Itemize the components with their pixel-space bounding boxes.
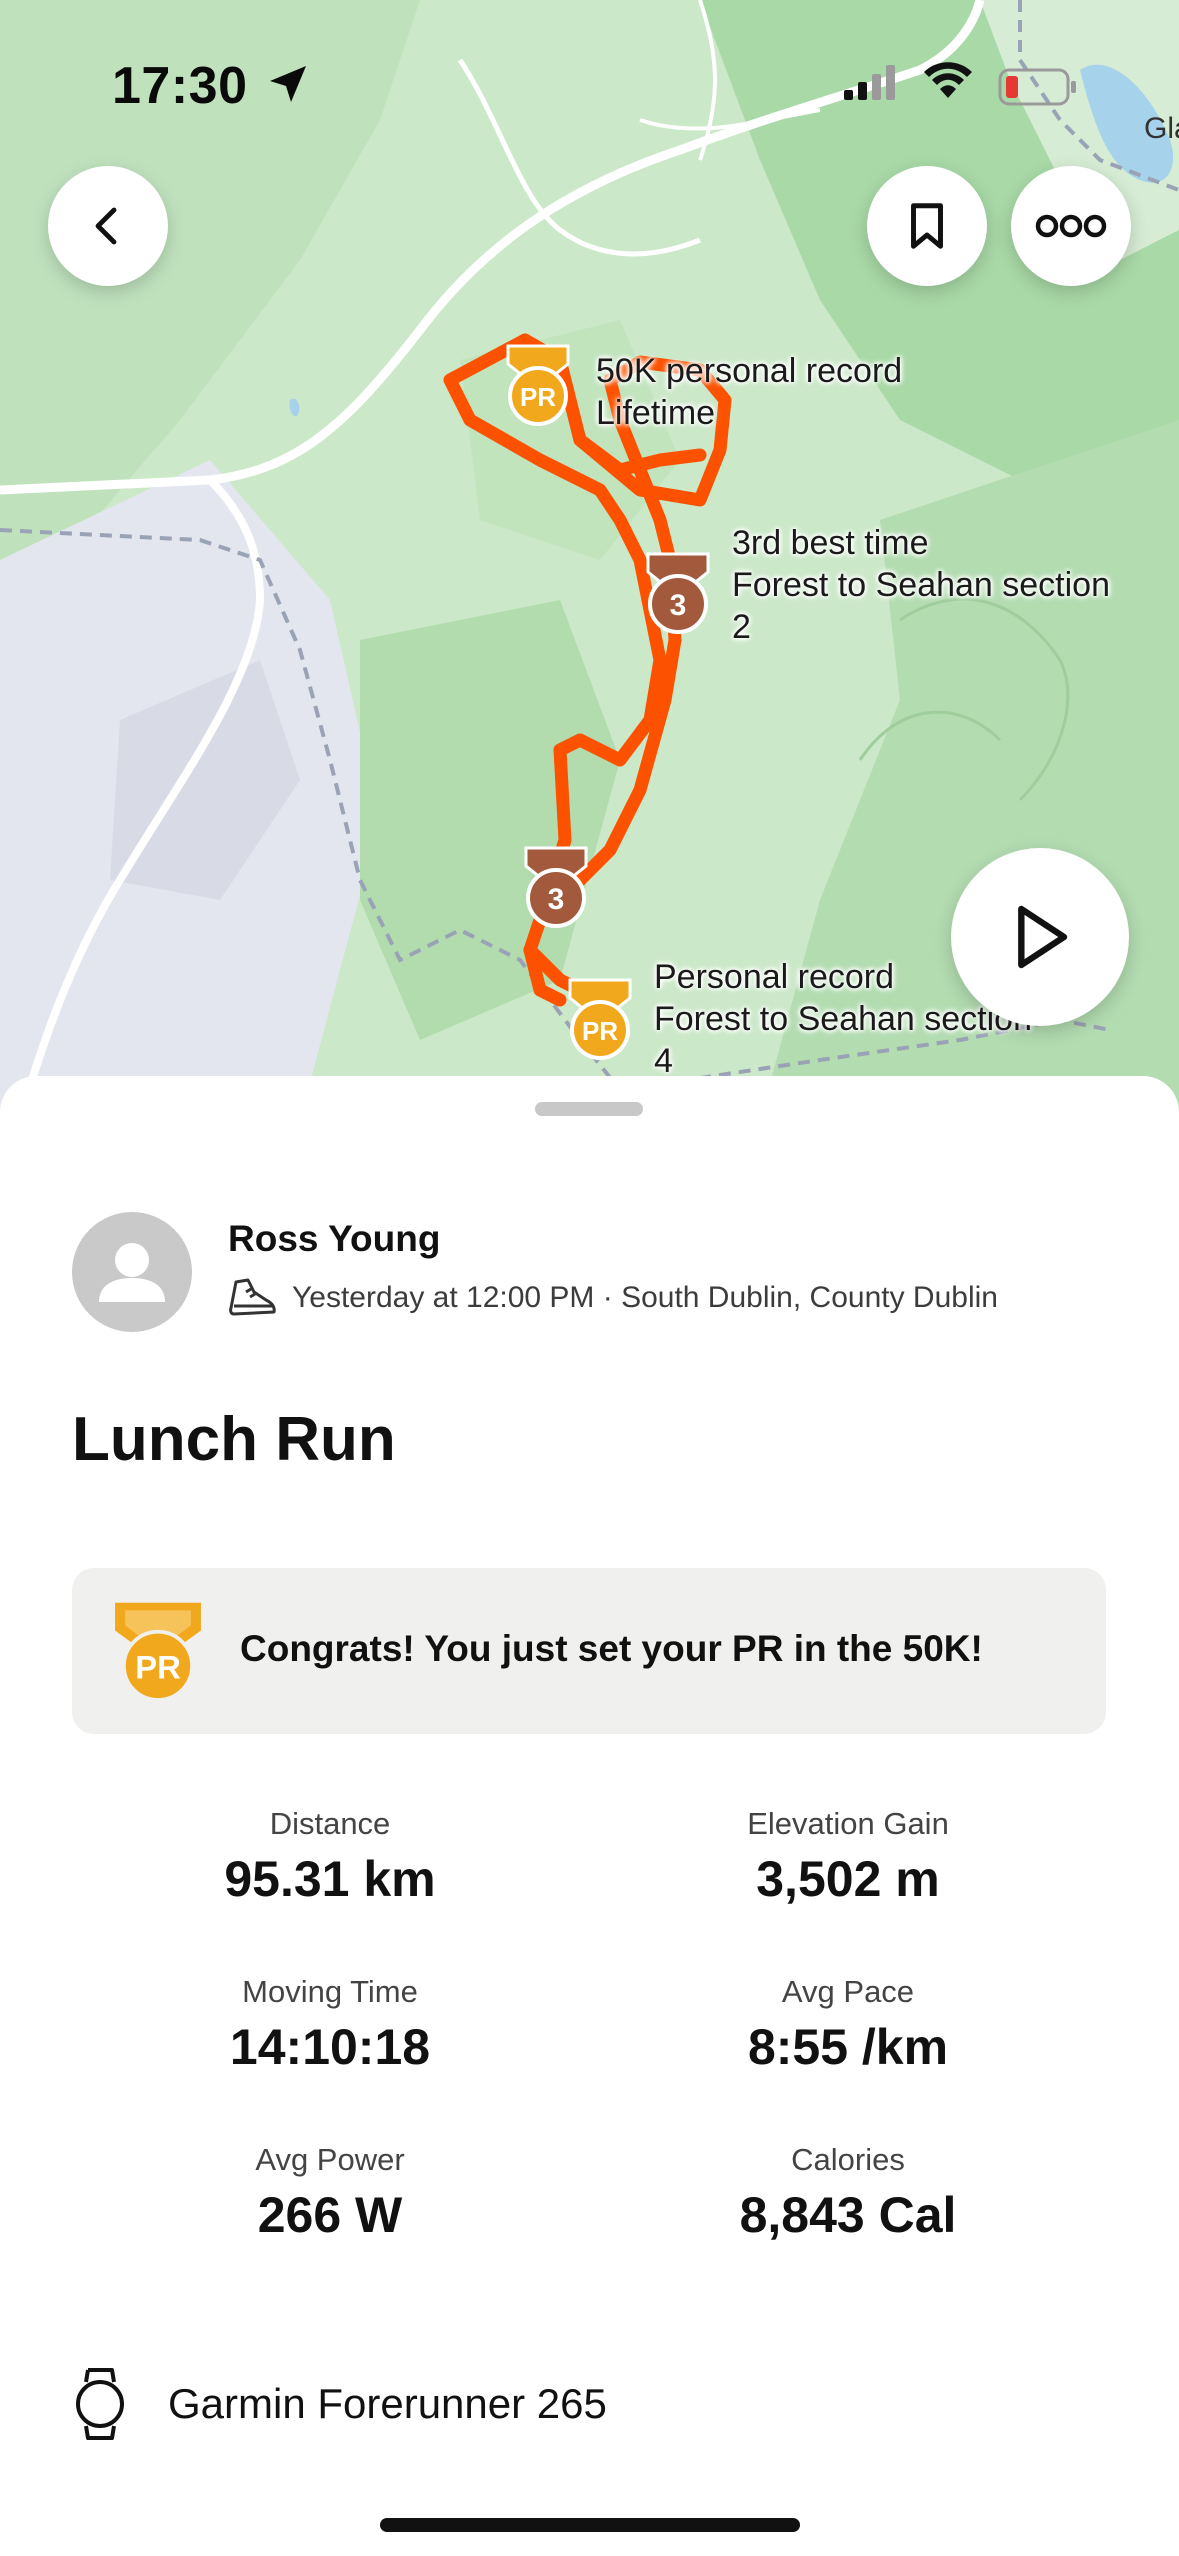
- achievement-label: 50K personal record Lifetime: [596, 350, 902, 434]
- status-bar: 17:30: [0, 0, 1179, 140]
- sheet-grabber[interactable]: [535, 1102, 643, 1116]
- cellular-signal-icon: [844, 65, 895, 100]
- stat-value: 14:10:18: [229, 2019, 431, 2075]
- save-button[interactable]: [867, 166, 987, 286]
- activity-meta: Yesterday at 12:00 PM · South Dublin, Co…: [228, 1276, 998, 1320]
- activity-meta-text: Yesterday at 12:00 PM · South Dublin, Co…: [292, 1281, 998, 1314]
- wifi-icon: [924, 62, 972, 98]
- pr-badge-text: PR: [135, 1649, 181, 1686]
- pr-medal-icon[interactable]: PR: [562, 974, 638, 1066]
- achievement-line: 50K personal record: [596, 352, 903, 390]
- stat-avg-power: Avg Power 266 W: [90, 2142, 570, 2244]
- pr-medal-icon: PR: [115, 1602, 201, 1702]
- medal-rank-text: 3: [670, 589, 687, 622]
- stat-elevation-gain: Elevation Gain 3,502 m: [608, 1806, 1088, 1908]
- athlete-name[interactable]: Ross Young: [228, 1218, 440, 1260]
- stat-value: 8,843 Cal: [739, 2187, 957, 2243]
- achievement-line: Forest to Seahan section: [654, 1000, 1033, 1038]
- achievement-line: 4: [654, 1042, 673, 1080]
- congrats-text: Congrats! You just set your PR in the 50…: [240, 1628, 983, 1669]
- stat-value: 8:55 /km: [747, 2019, 949, 2075]
- battery-icon: [998, 68, 1076, 106]
- route-map[interactable]: Gla PR 50K personal record Lifetime 3 3r…: [0, 0, 1179, 1120]
- achievement-label: 3rd best time Forest to Seahan section 2: [732, 522, 1110, 648]
- stat-value: 95.31 km: [224, 1851, 436, 1907]
- stat-label: Distance: [269, 1806, 391, 1841]
- more-horizontal-icon: [1035, 214, 1107, 238]
- person-icon: [99, 1243, 165, 1302]
- stat-distance: Distance 95.31 km: [90, 1806, 570, 1908]
- chevron-left-icon: [95, 207, 117, 245]
- achievement-line: 2: [732, 608, 751, 646]
- stat-moving-time: Moving Time 14:10:18: [90, 1974, 570, 2076]
- activity-title: Lunch Run: [72, 1405, 396, 1474]
- pr-badge-text: PR: [520, 382, 556, 412]
- home-indicator[interactable]: [380, 2518, 800, 2532]
- status-time: 17:30: [112, 57, 248, 115]
- stat-label: Avg Pace: [781, 1974, 915, 2009]
- stat-label: Elevation Gain: [747, 1806, 949, 1841]
- achievement-line: Lifetime: [596, 394, 716, 432]
- location-arrow-icon: [270, 66, 306, 102]
- pr-medal-icon[interactable]: PR: [500, 340, 576, 432]
- achievement-line: Forest to Seahan section: [732, 566, 1111, 604]
- medal-rank-text: 3: [548, 883, 565, 916]
- stat-label: Avg Power: [255, 2142, 405, 2177]
- device-row[interactable]: Garmin Forerunner 265: [72, 2366, 607, 2442]
- play-flyover-button[interactable]: [951, 848, 1129, 1026]
- stat-value: 266 W: [257, 2187, 403, 2243]
- play-icon: [1018, 905, 1068, 969]
- run-shoe-icon: [229, 1278, 276, 1316]
- bookmark-icon: [911, 203, 943, 249]
- bronze-medal-icon[interactable]: 3: [518, 842, 594, 934]
- stat-value: 3,502 m: [756, 1851, 940, 1907]
- stat-avg-pace: Avg Pace 8:55 /km: [608, 1974, 1088, 2076]
- avatar[interactable]: [72, 1212, 192, 1332]
- pr-badge-text: PR: [582, 1016, 618, 1046]
- device-name: Garmin Forerunner 265: [168, 2380, 607, 2427]
- achievement-line: 3rd best time: [732, 524, 929, 562]
- activity-sheet: Ross Young Yesterday at 12:00 PM · South…: [0, 1076, 1179, 2556]
- stat-calories: Calories 8,843 Cal: [608, 2142, 1088, 2244]
- more-button[interactable]: [1011, 166, 1131, 286]
- stat-label: Calories: [791, 2142, 905, 2177]
- smartwatch-icon: [76, 2368, 124, 2440]
- achievement-line: Personal record: [654, 958, 895, 996]
- stat-label: Moving Time: [242, 1974, 418, 2009]
- pr-congrats-banner[interactable]: PR Congrats! You just set your PR in the…: [72, 1568, 1106, 1734]
- back-button[interactable]: [48, 166, 168, 286]
- bronze-medal-icon[interactable]: 3: [640, 548, 716, 640]
